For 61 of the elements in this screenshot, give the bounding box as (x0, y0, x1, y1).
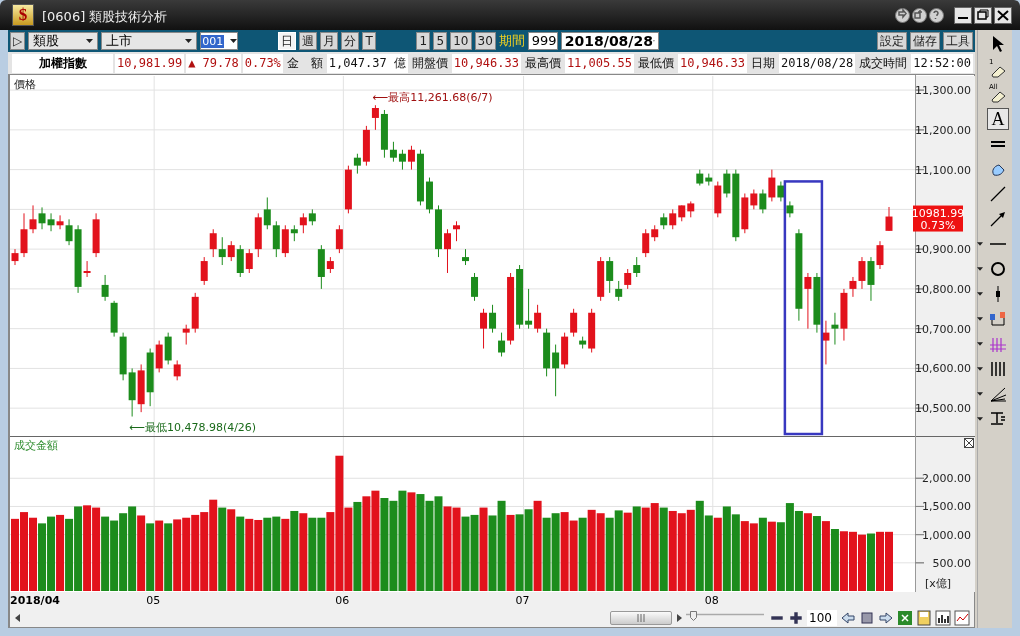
zoom-field[interactable]: 100 (807, 610, 837, 626)
axis-unit: [x億] (925, 577, 952, 590)
toolbar-button[interactable]: 設定 (877, 32, 907, 50)
axis-label: 10,500.00 (915, 402, 971, 416)
annotation-label: ⟵最低10,478.98(4/26) (129, 420, 257, 434)
period-field[interactable]: 999 (527, 32, 558, 50)
axis-label: 11,300.00 (915, 84, 971, 98)
axis-label: 1,000.00 (922, 528, 971, 542)
interval-button[interactable]: 1 (416, 32, 431, 50)
quote-label: 最高價 (523, 54, 562, 72)
interval-button[interactable]: 30 (474, 32, 496, 50)
quote-label: 成交時間 (858, 54, 909, 72)
interval-button[interactable]: 5 (433, 32, 448, 50)
text-tool[interactable]: A (987, 108, 1009, 130)
axis-label: 2018/04 (10, 594, 60, 607)
quote-label: 金 額 (285, 54, 324, 72)
axis-label: 2,000.00 (922, 472, 971, 486)
axis-label: 06 (335, 594, 350, 607)
index-name: 加權指數 (12, 53, 114, 73)
quote-label: 開盤價 (410, 54, 449, 72)
market-type-select[interactable]: 類股 (28, 32, 99, 50)
chart-title: 成交金額 (14, 439, 58, 452)
toolbar-button[interactable]: 儲存 (910, 32, 940, 50)
annotation-label: ⟵最高11,261.68(6/7) (372, 91, 493, 105)
period-label: 期間 (498, 32, 525, 50)
quote-value: 11,005.55 (564, 53, 634, 73)
code-combo[interactable]: 001 (200, 32, 239, 50)
axis-label: 10,600.00 (915, 362, 971, 376)
axis-label: 07 (515, 594, 530, 607)
quote-value: 12:52:00 (911, 53, 973, 73)
axis-label: 08 (704, 594, 719, 607)
period-tab[interactable]: T (362, 32, 377, 50)
quote-label: 最低價 (636, 54, 675, 72)
quote-value: 10,981.99 (115, 53, 185, 73)
axis-label: 500.00 (932, 556, 971, 570)
quote-value: 2018/08/28 (778, 53, 856, 73)
quote-value: 1,047.37 億 (326, 53, 408, 73)
axis-label: 1,500.00 (922, 500, 971, 514)
toolbar-button[interactable]: 工具 (943, 32, 973, 50)
quote-value: 10,946.33 (677, 53, 747, 73)
chart-title: 價格 (14, 78, 36, 91)
axis-label: 11,200.00 (915, 123, 971, 137)
quote-value: ▲ 79.78 (186, 53, 241, 73)
date-select[interactable]: 2018/08/28 (560, 32, 659, 50)
app-logo: $ (12, 4, 34, 26)
period-tab[interactable]: 週 (299, 32, 318, 50)
axis-label: 10,900.00 (915, 243, 971, 257)
quote-value: 0.73% (242, 53, 283, 73)
quote-label: 日期 (749, 54, 776, 72)
period-tab[interactable]: 分 (341, 32, 360, 50)
window-title: [0606] 類股技術分析 (42, 8, 169, 26)
axis-label: 10,700.00 (915, 322, 971, 336)
quote-value: 10,946.33 (451, 53, 521, 73)
period-tab[interactable]: 日 (278, 32, 297, 50)
play-button[interactable]: ▷ (10, 32, 26, 50)
axis-label: 11,100.00 (915, 163, 971, 177)
axis-label: 10,800.00 (915, 282, 971, 296)
interval-button[interactable]: 10 (450, 32, 472, 50)
period-tab[interactable]: 月 (320, 32, 339, 50)
axis-label: 05 (146, 594, 161, 607)
market-select[interactable]: 上市 (101, 32, 198, 50)
